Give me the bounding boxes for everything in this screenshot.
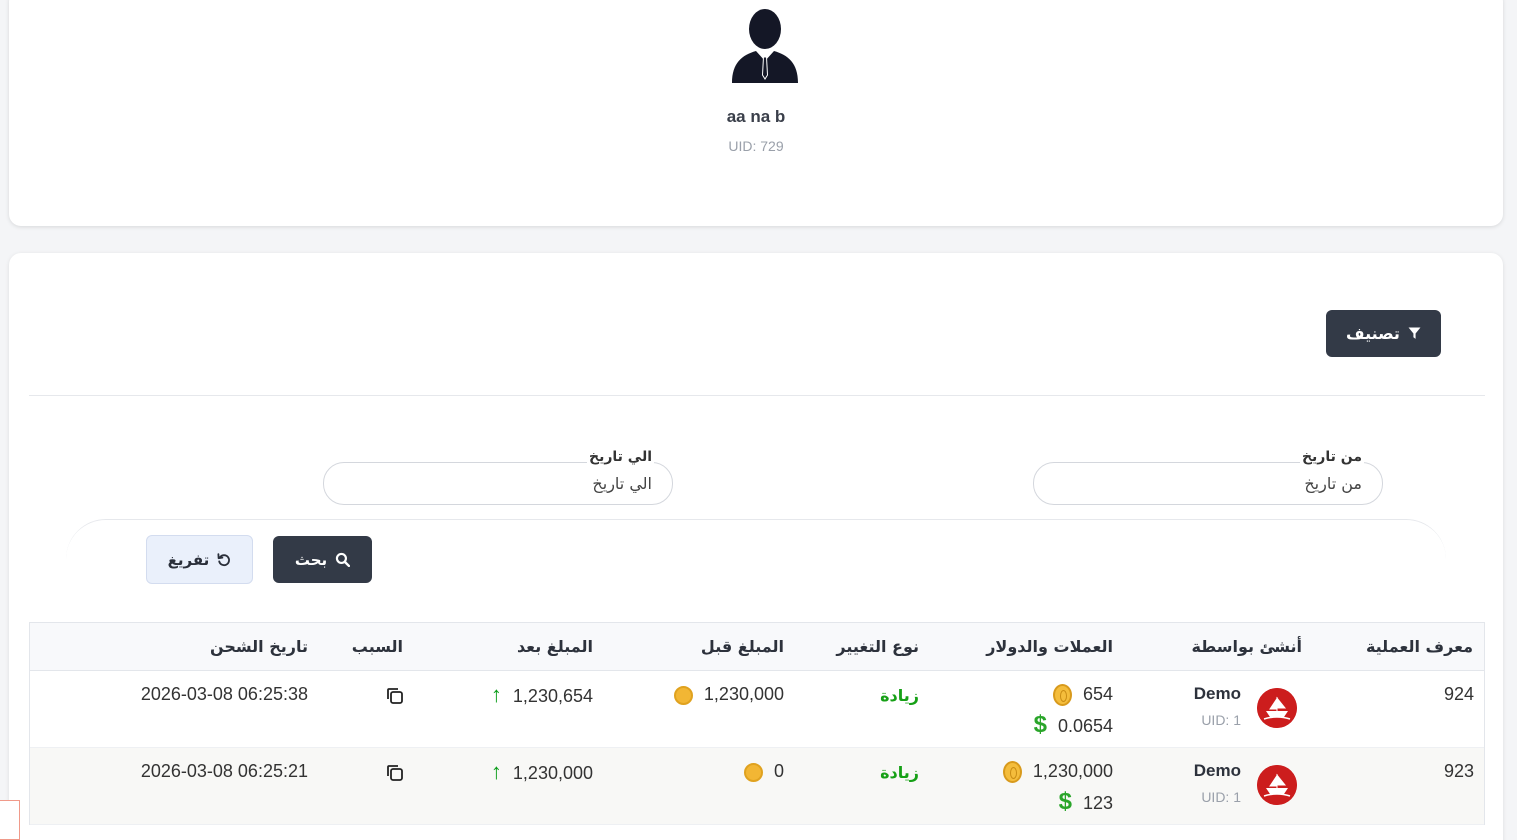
change-type: زيادة: [880, 763, 919, 782]
reset-button[interactable]: تفريغ: [146, 535, 253, 584]
header-created-by: أنشئ بواسطة: [1191, 637, 1302, 656]
creator-logo-icon: [1257, 688, 1297, 728]
arrow-up-icon: ↑: [490, 682, 502, 707]
reset-button-label: تفريغ: [167, 550, 210, 569]
amount-after-value: 1,230,000: [512, 763, 593, 783]
amount-before: 0: [743, 761, 784, 782]
header-operation-id: معرف العملية: [1365, 637, 1473, 656]
coins-amount: 1,230,000: [1032, 761, 1113, 781]
dollars-value: $ 123: [1059, 788, 1113, 816]
change-type: زيادة: [880, 686, 919, 705]
copy-icon[interactable]: [385, 763, 405, 783]
from-date-label: من تاريخ: [1299, 449, 1364, 465]
creator-name: Demo: [1193, 761, 1241, 780]
coins-value: 654: [1052, 684, 1113, 707]
coin-icon: [1002, 761, 1022, 784]
dollar-icon: $: [1033, 711, 1047, 738]
coin-icon: [743, 762, 763, 782]
from-date-input[interactable]: [1034, 463, 1382, 504]
table-row: 923 Demo UID: 1 1,230,000 $ 123 زيادة 0: [30, 748, 1484, 825]
creator-uid: UID: 1: [1201, 789, 1241, 805]
table-row: 924 Demo UID: 1 654 $ 0.0654 زيادة 1,230…: [30, 671, 1484, 748]
from-date-field: من تاريخ: [1033, 449, 1383, 505]
header-reason: السبب: [351, 637, 403, 656]
main-card: تصنيف من تاريخ الي تاريخ بحث تفريغ معرف …: [9, 253, 1503, 840]
filter-button-label: تصنيف: [1346, 325, 1400, 343]
coins-value: 1,230,000: [1002, 761, 1113, 784]
creator-logo-icon: [1257, 765, 1297, 805]
filter-button[interactable]: تصنيف: [1326, 310, 1441, 357]
dollars-amount: 123: [1082, 793, 1113, 813]
creator-uid: UID: 1: [1201, 712, 1241, 728]
amount-before-value: 1,230,000: [703, 684, 784, 704]
profile-card: aa na b UID: 729: [9, 0, 1503, 226]
search-icon: [336, 552, 351, 567]
creator-name: Demo: [1193, 684, 1241, 703]
coin-icon: [1052, 684, 1072, 707]
operation-id: 923: [1443, 761, 1474, 781]
header-amount-before: المبلغ قبل: [700, 637, 784, 656]
dollars-value: $ 0.0654: [1034, 711, 1113, 739]
dollars-amount: 0.0654: [1057, 716, 1113, 736]
user-silhouette-icon: [732, 9, 798, 83]
amount-before: 1,230,000: [673, 684, 784, 705]
header-charge-date: تاريخ الشحن: [209, 637, 308, 656]
reset-icon: [217, 552, 231, 566]
header-amount-after: المبلغ بعد: [516, 637, 593, 656]
amount-after: ↑ 1,230,654: [491, 682, 593, 708]
transactions-table: معرف العملية أنشئ بواسطة العملات والدولا…: [29, 622, 1485, 825]
table-header: معرف العملية أنشئ بواسطة العملات والدولا…: [30, 623, 1484, 671]
search-button[interactable]: بحث: [273, 536, 372, 583]
section-divider: [29, 395, 1485, 396]
amount-before-value: 0: [773, 761, 784, 781]
amount-after-value: 1,230,654: [512, 686, 593, 706]
amount-after: ↑ 1,230,000: [491, 759, 593, 785]
funnel-icon: [1408, 327, 1421, 339]
copy-icon[interactable]: [385, 686, 405, 706]
search-button-label: بحث: [294, 550, 328, 569]
charge-date: 2026-03-08 06:25:21: [140, 761, 308, 781]
to-date-field: الي تاريخ: [323, 449, 673, 505]
coin-icon: [673, 685, 693, 705]
header-change-type: نوع التغيير: [836, 637, 919, 656]
side-widget-tab[interactable]: [0, 800, 20, 840]
charge-date: 2026-03-08 06:25:38: [140, 684, 308, 704]
dollar-icon: $: [1058, 788, 1072, 815]
to-date-label: الي تاريخ: [586, 449, 654, 465]
header-coins-dollar: العملات والدولار: [986, 637, 1113, 656]
profile-uid: UID: 729: [728, 138, 784, 154]
arrow-up-icon: ↑: [490, 759, 502, 784]
profile-name: aa na b: [726, 107, 786, 126]
operation-id: 924: [1443, 684, 1474, 704]
to-date-input[interactable]: [324, 463, 672, 504]
coins-amount: 654: [1082, 684, 1113, 704]
